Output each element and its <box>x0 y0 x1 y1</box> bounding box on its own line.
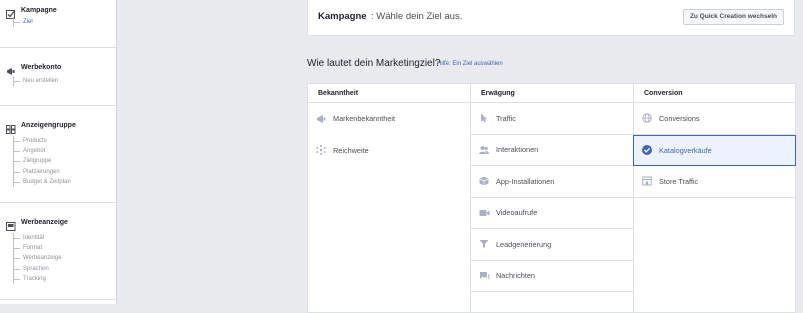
funnel-icon <box>479 239 489 249</box>
objective-label: Katalogverkäufe <box>659 145 712 155</box>
objective-label: Store Traffic <box>659 176 699 186</box>
objective-table: Bekanntheit Markenbekanntheit Reichweite… <box>307 83 796 313</box>
sidebar-item-ziel[interactable]: Ziel <box>14 17 33 27</box>
sidebar-item-angebot[interactable]: Angebot <box>14 146 71 156</box>
objective-label: Nachrichten <box>496 271 535 281</box>
sidebar-header-kampagne[interactable]: Kampagne <box>6 6 57 19</box>
sidebar-header-werbeanzeige[interactable]: Werbeanzeige <box>6 218 68 231</box>
column-header: Bekanntheit <box>308 84 470 103</box>
sidebar-tree: Identität Format Werbeanzeige Sprachen T… <box>13 233 62 284</box>
sidebar-item-tracking[interactable]: Tracking <box>14 274 62 284</box>
column-header: Conversion <box>634 84 796 103</box>
sidebar-section-title: Werbeanzeige <box>21 218 68 226</box>
sidebar-item-platzierungen[interactable]: Platzierungen <box>14 167 71 177</box>
sidebar-tree: Products Angebot Zielgruppe Platzierunge… <box>13 136 71 187</box>
sidebar-section-title: Kampagne <box>21 6 57 14</box>
objective-nachrichten[interactable]: Nachrichten <box>471 261 634 292</box>
objective-videoaufrufe[interactable]: Videoaufrufe <box>471 198 634 229</box>
objective-question: Wie lautet dein Marketingziel? <box>307 58 441 69</box>
ad-frame-icon <box>6 218 16 231</box>
sidebar-section-title: Werbekonto <box>21 63 62 71</box>
sidebar-section-werbekonto: Werbekonto Neu erstellen <box>0 47 116 106</box>
cursor-icon <box>479 113 489 123</box>
sidebar-item-werbeanzeige[interactable]: Werbeanzeige <box>14 253 62 263</box>
sidebar-section-title: Anzeigengruppe <box>21 121 76 129</box>
sidebar-header-anzeigengruppe[interactable]: Anzeigengruppe <box>6 121 76 134</box>
sidebar-section-werbeanzeige: Werbeanzeige Identität Format Werbeanzei… <box>0 202 116 300</box>
sidebar-item-identitaet[interactable]: Identität <box>14 233 62 243</box>
column-bekanntheit: Bekanntheit Markenbekanntheit Reichweite <box>308 84 470 312</box>
sidebar-tree: Ziel <box>13 17 33 28</box>
objective-katalogverkaeufe[interactable]: Katalogverkäufe <box>633 134 796 166</box>
globe-icon <box>642 113 652 124</box>
store-icon <box>642 176 652 186</box>
objective-reichweite[interactable]: Reichweite <box>308 135 470 167</box>
video-icon <box>479 208 490 218</box>
grid-icon <box>6 121 16 134</box>
sidebar-item-sprachen[interactable]: Sprachen <box>14 264 62 274</box>
objective-label: Videoaufrufe <box>496 208 538 218</box>
objective-conversions[interactable]: Conversions <box>634 103 796 135</box>
megaphone-icon <box>6 63 16 75</box>
column-conversion: Conversion Conversions Katalogverkäufe S… <box>633 84 796 312</box>
campaign-header-card: Kampagne : Wähle dein Ziel aus. Zu Quick… <box>307 0 795 36</box>
checkbox-icon <box>6 6 16 19</box>
box-icon <box>479 176 489 186</box>
sidebar-section-anzeigengruppe: Anzeigengruppe Products Angebot Zielgrup… <box>0 105 116 203</box>
megaphone-icon <box>316 114 326 124</box>
sidebar-header-werbekonto[interactable]: Werbekonto <box>6 63 62 75</box>
objective-label: App-Installationen <box>496 176 555 186</box>
sidebar-item-budget-zeitplan[interactable]: Budget & Zeitplan <box>14 177 71 187</box>
objective-label: Traffic <box>496 113 516 123</box>
objective-interaktionen[interactable]: Interaktionen <box>471 135 634 166</box>
objective-label: Leadgenerierung <box>496 239 552 249</box>
sidebar-item-zielgruppe[interactable]: Zielgruppe <box>14 156 71 166</box>
quick-creation-button[interactable]: Zu Quick Creation wechseln <box>682 9 784 25</box>
objective-label: Interaktionen <box>496 145 539 155</box>
objective-traffic[interactable]: Traffic <box>471 103 634 135</box>
objective-markenbekanntheit[interactable]: Markenbekanntheit <box>308 103 470 135</box>
objective-app-installationen[interactable]: App-Installationen <box>471 166 634 198</box>
chat-icon <box>479 271 490 281</box>
snowflake-icon <box>316 145 326 156</box>
sidebar-section-kampagne: Kampagne Ziel <box>0 0 116 48</box>
page-subtitle: : Wähle dein Ziel aus. <box>371 11 463 22</box>
sidebar: Kampagne Ziel Werbekonto Neu erstellen A… <box>0 0 117 304</box>
sidebar-item-format[interactable]: Format <box>14 243 62 253</box>
objective-leadgenerierung[interactable]: Leadgenerierung <box>471 229 634 261</box>
page-title: Kampagne <box>318 11 367 22</box>
column-header: Erwägung <box>471 84 634 103</box>
check-circle-icon <box>642 145 652 156</box>
sidebar-item-products[interactable]: Products <box>14 136 71 146</box>
objective-label: Markenbekanntheit <box>333 114 396 124</box>
objective-label: Reichweite <box>333 145 369 155</box>
objective-label: Conversions <box>659 113 700 123</box>
objective-store-traffic[interactable]: Store Traffic <box>634 166 796 198</box>
people-icon <box>479 145 489 155</box>
column-erwaegung: Erwägung Traffic Interaktionen App-Insta… <box>470 84 634 312</box>
sidebar-item-neu-erstellen[interactable]: Neu erstellen <box>14 76 58 86</box>
sidebar-tree: Neu erstellen <box>13 76 58 87</box>
help-link[interactable]: Hilfe: Ein Ziel auswählen <box>437 61 503 67</box>
